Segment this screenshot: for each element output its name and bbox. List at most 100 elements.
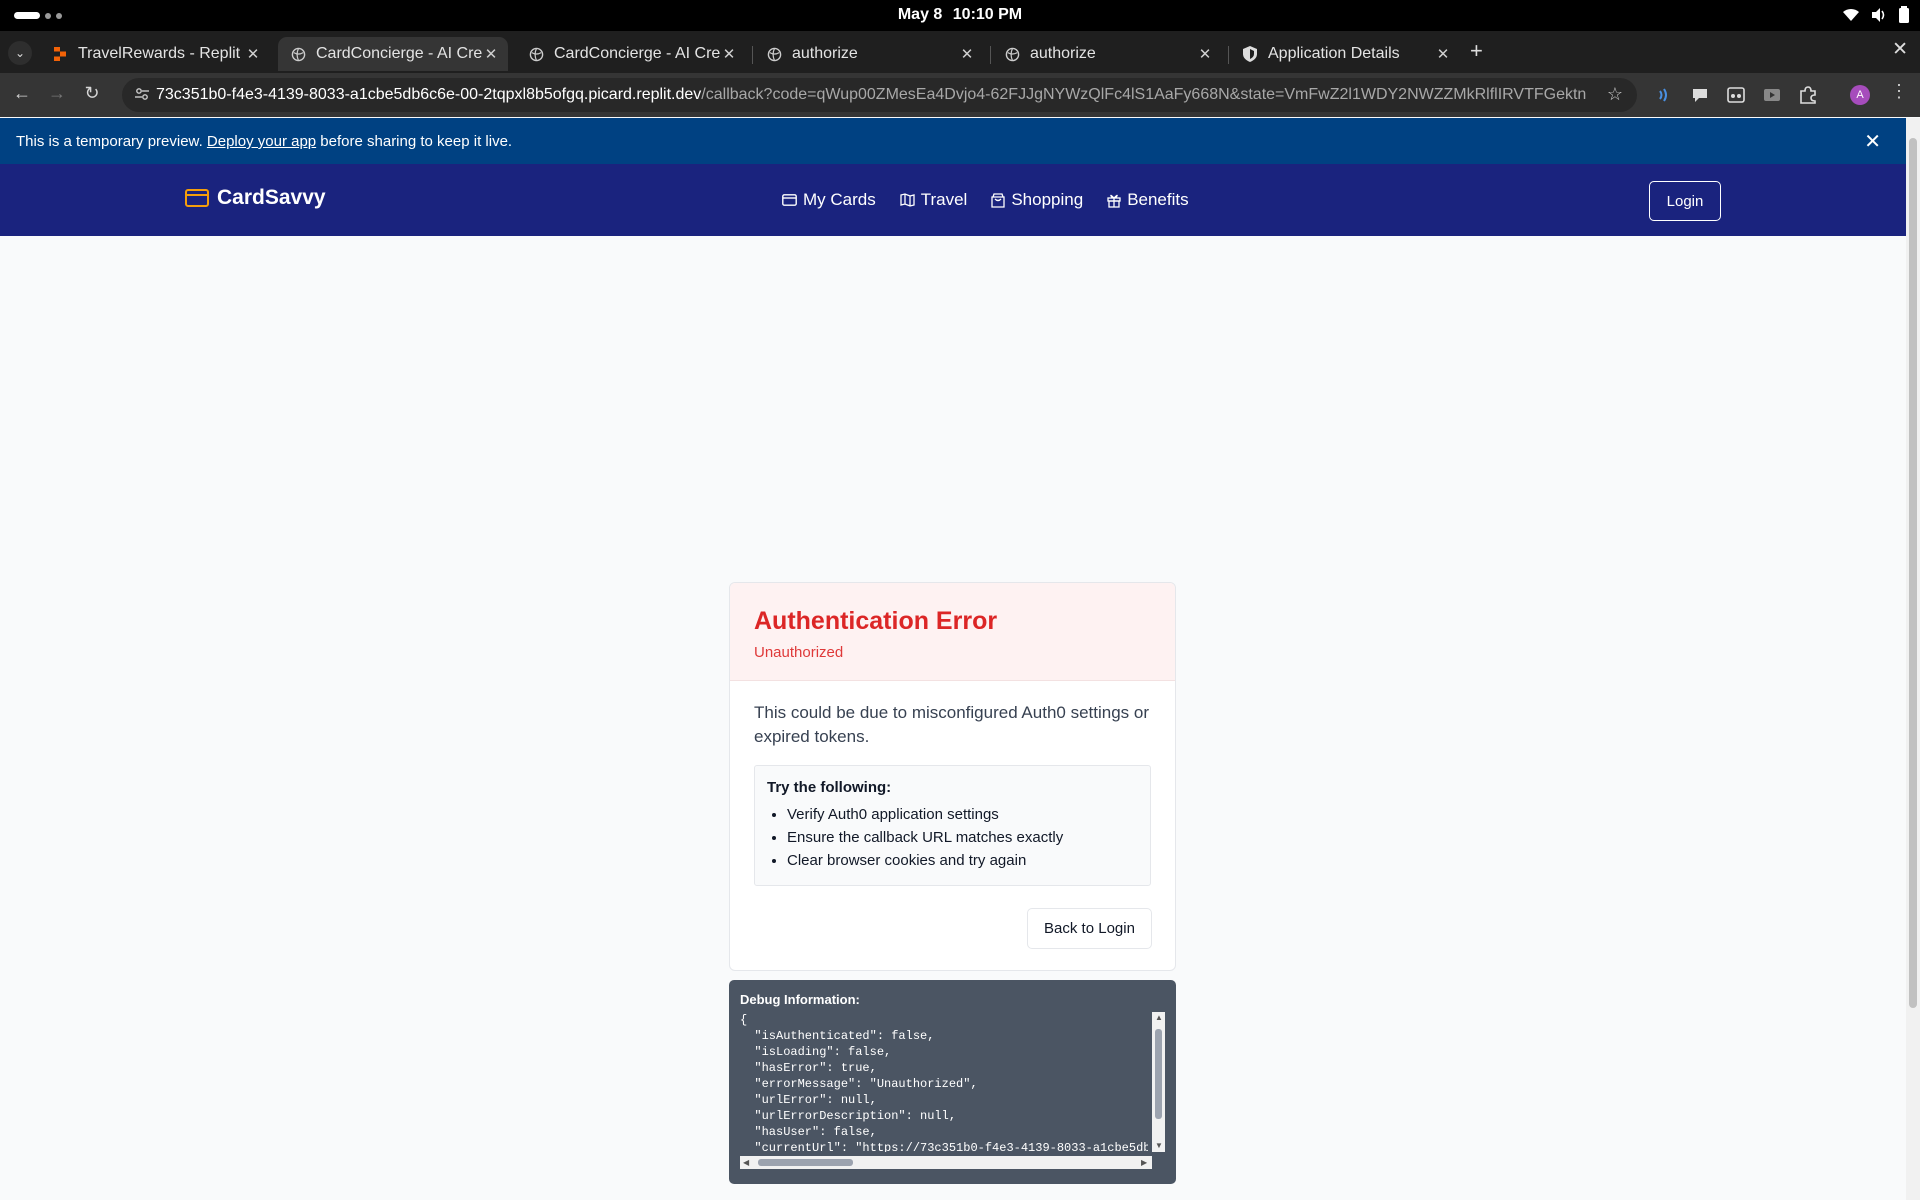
- auth-error-card: Authentication Error Unauthorized This c…: [729, 582, 1176, 971]
- site-info-icon[interactable]: [134, 86, 150, 107]
- scroll-left-arrow-icon[interactable]: ◀: [743, 1158, 749, 1167]
- browser-toolbar: ← → ↻ 73c351b0-f4e3-4139-8033-a1cbe5db6c…: [0, 73, 1920, 117]
- error-subtitle: Unauthorized: [754, 644, 844, 661]
- tab-application-details[interactable]: Application Details ✕: [1230, 37, 1460, 71]
- tab-title: CardConcierge - AI Cre: [316, 45, 482, 62]
- extension-glasses-icon[interactable]: [1726, 85, 1746, 105]
- clock-time: 10:10 PM: [952, 6, 1023, 23]
- login-button[interactable]: Login: [1649, 181, 1721, 221]
- debug-vertical-scrollbar[interactable]: ▲ ▼: [1152, 1012, 1165, 1152]
- close-icon[interactable]: ✕: [1434, 45, 1452, 63]
- map-icon: [900, 193, 915, 207]
- shield-icon: [1242, 46, 1258, 62]
- bookmark-star-icon[interactable]: ☆: [1607, 84, 1623, 105]
- close-icon[interactable]: ✕: [1196, 45, 1214, 63]
- tab-title: CardConcierge - AI Cre: [554, 45, 720, 62]
- page-scrollbar[interactable]: [1906, 118, 1920, 1200]
- wifi-icon: [1843, 8, 1859, 21]
- back-arrow-icon[interactable]: ←: [10, 83, 34, 104]
- close-icon[interactable]: ✕: [244, 45, 262, 63]
- auth-error-header: Authentication Error Unauthorized: [730, 583, 1175, 681]
- nav-link-label: My Cards: [803, 190, 876, 209]
- profile-avatar[interactable]: A: [1850, 85, 1870, 105]
- tab-authorize-1[interactable]: authorize ✕: [754, 37, 984, 71]
- tab-title: authorize: [792, 45, 858, 62]
- system-tray[interactable]: [1842, 6, 1910, 23]
- debug-title: Debug Information:: [740, 992, 860, 1007]
- tab-title: authorize: [1030, 45, 1096, 62]
- clock-date: May 8: [897, 6, 943, 23]
- tip-item: Verify Auth0 application settings: [787, 806, 1138, 823]
- globe-icon: [766, 46, 782, 62]
- nav-benefits[interactable]: Benefits: [1107, 190, 1189, 210]
- extension-sound-icon[interactable]: [1654, 85, 1674, 105]
- browser-tab-strip: ⌄ TravelRewards - Replit ✕ CardConcierge…: [0, 31, 1920, 73]
- debug-scroll-area[interactable]: { "isAuthenticated": false, "isLoading":…: [740, 1012, 1165, 1152]
- menu-kebab-icon[interactable]: ⋮: [1890, 81, 1908, 102]
- forward-arrow-icon[interactable]: →: [45, 83, 69, 104]
- tab-title: TravelRewards - Replit: [78, 45, 241, 62]
- globe-icon: [1004, 46, 1020, 62]
- address-bar[interactable]: 73c351b0-f4e3-4139-8033-a1cbe5db6c6e-00-…: [122, 78, 1637, 112]
- nav-my-cards[interactable]: My Cards: [782, 190, 876, 210]
- nav-shopping[interactable]: Shopping: [991, 190, 1083, 210]
- tab-title: Application Details: [1268, 45, 1400, 62]
- banner-prefix: This is a temporary preview.: [16, 133, 207, 150]
- tab-cardconcierge[interactable]: CardConcierge - AI Cre ✕: [516, 37, 746, 71]
- debug-json: { "isAuthenticated": false, "isLoading":…: [740, 1013, 1148, 1152]
- debug-panel: Debug Information: { "isAuthenticated": …: [729, 980, 1176, 1184]
- brand-name: CardSavvy: [217, 186, 326, 209]
- tips-list: Verify Auth0 application settings Ensure…: [767, 806, 1138, 869]
- globe-icon: [528, 46, 544, 62]
- scroll-down-arrow-icon[interactable]: ▼: [1155, 1141, 1163, 1150]
- os-top-bar: May 8 10:10 PM: [0, 0, 1920, 31]
- credit-card-icon: [185, 189, 209, 207]
- scroll-up-arrow-icon[interactable]: ▲: [1155, 1013, 1163, 1022]
- debug-horizontal-scrollbar[interactable]: ◀ ▶: [740, 1156, 1152, 1169]
- close-icon[interactable]: ✕: [720, 45, 738, 63]
- preview-banner-text: This is a temporary preview. Deploy your…: [16, 133, 512, 150]
- close-icon[interactable]: ✕: [958, 45, 976, 63]
- close-icon[interactable]: ✕: [482, 45, 500, 63]
- url-path: /callback?code=qWup00ZMesEa4Dvjo4-62FJJg…: [701, 86, 1586, 103]
- brand-logo[interactable]: CardSavvy: [185, 186, 326, 210]
- tab-travelrewards[interactable]: TravelRewards - Replit ✕: [40, 37, 270, 71]
- back-to-login-button[interactable]: Back to Login: [1027, 908, 1152, 949]
- tip-item: Clear browser cookies and try again: [787, 852, 1138, 869]
- extension-chat-icon[interactable]: [1690, 85, 1710, 105]
- error-title: Authentication Error: [754, 607, 998, 635]
- replit-icon: [52, 46, 68, 62]
- nav-links: My Cards Travel Shopping Benefits: [782, 190, 1189, 210]
- tip-item: Ensure the callback URL matches exactly: [787, 829, 1138, 846]
- globe-icon: [290, 46, 306, 62]
- nav-link-label: Travel: [920, 190, 968, 209]
- extension-video-icon[interactable]: [1762, 85, 1782, 105]
- tab-authorize-2[interactable]: authorize ✕: [992, 37, 1222, 71]
- tab-search-button[interactable]: ⌄: [8, 41, 32, 65]
- url-text[interactable]: 73c351b0-f4e3-4139-8033-a1cbe5db6c6e-00-…: [156, 86, 1586, 104]
- banner-suffix: before sharing to keep it live.: [316, 133, 513, 150]
- app-navbar: CardSavvy My Cards Travel Shopping Benef…: [0, 164, 1906, 236]
- credit-card-icon: [782, 194, 797, 206]
- url-host: 73c351b0-f4e3-4139-8033-a1cbe5db6c6e-00-…: [156, 86, 702, 103]
- window-close-icon[interactable]: ✕: [1892, 38, 1908, 61]
- volume-icon: [1872, 7, 1885, 22]
- tab-cardconcierge-active[interactable]: CardConcierge - AI Cre ✕: [278, 37, 508, 71]
- extensions-puzzle-icon[interactable]: [1798, 85, 1818, 105]
- new-tab-button[interactable]: +: [1470, 38, 1483, 64]
- system-clock[interactable]: May 8 10:10 PM: [0, 6, 1920, 24]
- nav-link-label: Shopping: [1011, 190, 1084, 209]
- error-description: This could be due to misconfigured Auth0…: [754, 703, 1150, 746]
- nav-link-label: Benefits: [1127, 190, 1189, 209]
- battery-icon: [1899, 6, 1909, 23]
- deploy-app-link[interactable]: Deploy your app: [207, 133, 316, 150]
- troubleshooting-box: Try the following: Verify Auth0 applicat…: [754, 765, 1151, 886]
- banner-close-icon[interactable]: ✕: [1864, 129, 1881, 154]
- tips-title: Try the following:: [767, 779, 892, 796]
- scroll-right-arrow-icon[interactable]: ▶: [1141, 1158, 1147, 1167]
- gift-icon: [1107, 194, 1121, 208]
- preview-banner: This is a temporary preview. Deploy your…: [0, 118, 1906, 164]
- reload-icon[interactable]: ↻: [80, 83, 104, 104]
- shopping-bag-icon: [991, 192, 1005, 208]
- nav-travel[interactable]: Travel: [900, 190, 968, 210]
